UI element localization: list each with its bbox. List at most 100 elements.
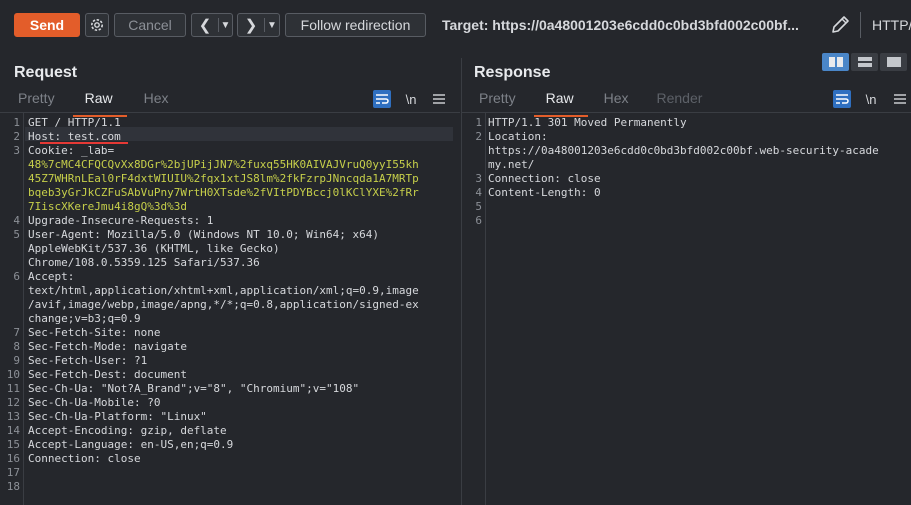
- code-line: AppleWebKit/537.36 (KHTML, like Gecko): [28, 242, 280, 255]
- layout-single-icon: [886, 57, 901, 67]
- layout-single-button[interactable]: [880, 53, 907, 71]
- response-editor[interactable]: 1 2 3 4 5 6 HTTP/1.1 301 Moved Permanent…: [462, 113, 911, 505]
- cancel-button[interactable]: Cancel: [114, 13, 186, 37]
- tab-hex[interactable]: Hex: [144, 90, 169, 112]
- response-menu-button[interactable]: [891, 90, 909, 108]
- cookie-value-line: bqeb3yGrJkCZFuSAbVuPny7WrtH0XTsde%2fVItP…: [28, 186, 419, 199]
- line-number: 4: [13, 214, 20, 227]
- layout-side-by-side-button[interactable]: [822, 53, 849, 71]
- follow-redirection-button[interactable]: Follow redirection: [285, 13, 426, 37]
- chevron-right-icon: ❯: [244, 17, 258, 34]
- line-number: 18: [6, 480, 20, 493]
- request-editor[interactable]: 1 2 3 4 5 6 7 8 9 10 11 12 13 14 15 16 1…: [0, 113, 460, 505]
- request-menu-button[interactable]: [430, 90, 448, 108]
- code-line: Upgrade-Insecure-Requests: 1: [28, 214, 214, 227]
- code-line: https://0a48001203e6cdd0c0bd3bfd002c00bf…: [488, 144, 879, 157]
- code-line: Content-Length: 0: [488, 186, 601, 199]
- line-number: 5: [475, 200, 482, 213]
- code-line: HTTP/1.1 301 Moved Permanently: [488, 116, 687, 129]
- request-title: Request: [14, 64, 78, 81]
- toolbar: Send Cancel ❮ ▼ ❯ ▼ Follow redirection T…: [0, 0, 911, 52]
- code-line: Sec-Ch-Ua-Mobile: ?0: [28, 396, 161, 409]
- line-number: 15: [6, 438, 20, 451]
- line-number: 2: [13, 130, 20, 143]
- code-line: Sec-Ch-Ua-Platform: "Linux": [28, 410, 207, 423]
- code-line: Connection: close: [28, 452, 141, 465]
- response-tabs: Pretty Raw Hex Render: [479, 90, 703, 117]
- tab-pretty[interactable]: Pretty: [479, 90, 516, 112]
- tab-pretty[interactable]: Pretty: [18, 90, 55, 112]
- code-line: Sec-Fetch-Dest: document: [28, 368, 187, 381]
- code-line: Sec-Fetch-Mode: navigate: [28, 340, 187, 353]
- code-line: Accept-Encoding: gzip, deflate: [28, 424, 227, 437]
- word-wrap-icon: [836, 94, 849, 104]
- history-forward-button[interactable]: ❯ ▼: [237, 13, 280, 37]
- code-line: GET / HTTP/1.1: [28, 116, 121, 129]
- code-line: Sec-Fetch-User: ?1: [28, 354, 148, 367]
- host-highlight-underline: [40, 142, 128, 144]
- response-title: Response: [474, 64, 551, 81]
- request-tabs: Pretty Raw Hex: [18, 90, 169, 117]
- gear-icon: [91, 19, 103, 31]
- word-wrap-button[interactable]: [833, 90, 851, 108]
- newline-toggle-button[interactable]: \n: [862, 90, 880, 108]
- dropdown-icon[interactable]: ▼: [219, 20, 232, 31]
- chevron-left-icon: ❮: [198, 17, 212, 34]
- menu-icon: [894, 94, 906, 104]
- code-line: Connection: close: [488, 172, 601, 185]
- code-line: Accept-Language: en-US,en;q=0.9: [28, 438, 234, 451]
- word-wrap-icon: [376, 94, 389, 104]
- code-line: Sec-Fetch-Site: none: [28, 326, 161, 339]
- line-number: 6: [475, 214, 482, 227]
- layout-toggle-group: [822, 53, 908, 71]
- line-number: 12: [6, 396, 20, 409]
- menu-icon: [433, 94, 445, 104]
- pencil-icon: [832, 16, 849, 33]
- code-line: Location:: [488, 130, 548, 143]
- line-number: 1: [475, 116, 482, 129]
- tab-hex[interactable]: Hex: [604, 90, 629, 112]
- tab-raw[interactable]: Raw: [533, 90, 588, 117]
- toolbar-divider: [860, 12, 861, 38]
- tab-render[interactable]: Render: [657, 90, 703, 112]
- http-version-selector[interactable]: HTTP/: [872, 17, 911, 33]
- settings-button[interactable]: [85, 13, 109, 37]
- line-number: 3: [475, 172, 482, 185]
- cookie-value-line: 48%7cMC4CFQCQvXx8DGr%2bjUPijJN7%2fuxq55H…: [28, 158, 419, 171]
- line-number: 16: [6, 452, 20, 465]
- send-button[interactable]: Send: [14, 13, 80, 37]
- code-line: text/html,application/xhtml+xml,applicat…: [28, 284, 419, 297]
- line-number: 5: [13, 228, 20, 241]
- tab-raw[interactable]: Raw: [72, 90, 127, 117]
- word-wrap-button[interactable]: [373, 90, 391, 108]
- cookie-value-line: 45Z7WHRnLEal0rF4dxtWIUIU%2fqx1xtJS8lm%2f…: [28, 172, 419, 185]
- edit-target-button[interactable]: [828, 12, 852, 38]
- line-number: 4: [475, 186, 482, 199]
- code-line: /avif,image/webp,image/apng,*/*;q=0.8,ap…: [28, 298, 419, 311]
- line-number: 2: [475, 130, 482, 143]
- history-back-button[interactable]: ❮ ▼: [191, 13, 233, 37]
- line-number: 9: [13, 354, 20, 367]
- dropdown-icon[interactable]: ▼: [265, 20, 279, 31]
- line-number: 13: [6, 410, 20, 423]
- line-number: 17: [6, 466, 20, 479]
- line-number: 3: [13, 144, 20, 157]
- code-line: Chrome/108.0.5359.125 Safari/537.36: [28, 256, 260, 269]
- line-number: 1: [13, 116, 20, 129]
- code-line: Cookie: _lab=: [28, 144, 115, 157]
- line-number: 7: [13, 326, 20, 339]
- line-number: 8: [13, 340, 20, 353]
- line-number: 10: [6, 368, 20, 381]
- layout-stacked-button[interactable]: [851, 53, 878, 71]
- code-line: User-Agent: Mozilla/5.0 (Windows NT 10.0…: [28, 228, 379, 241]
- line-number: 14: [6, 424, 20, 437]
- code-line: my.net/: [488, 158, 535, 171]
- target-label: Target: https://0a48001203e6cdd0c0bd3bfd…: [442, 17, 799, 33]
- layout-side-by-side-icon: [828, 57, 843, 67]
- line-number: 6: [13, 270, 20, 283]
- line-number: 11: [6, 382, 20, 395]
- newline-toggle-button[interactable]: \n: [402, 90, 420, 108]
- code-line: Accept:: [28, 270, 75, 283]
- code-line: Sec-Ch-Ua: "Not?A_Brand";v="8", "Chromiu…: [28, 382, 360, 395]
- cookie-value-line: 7IiscXKereJmu4i8gQ%3d%3d: [28, 200, 187, 213]
